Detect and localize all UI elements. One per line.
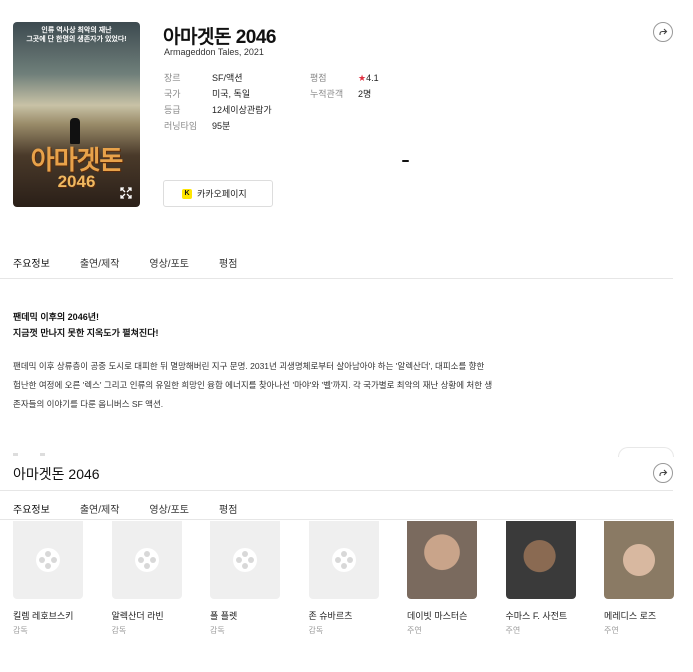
- share-button[interactable]: [653, 22, 673, 42]
- cast-photo: [505, 521, 576, 599]
- info-value: 12세이상관람가: [212, 105, 272, 115]
- loading-dash: [402, 160, 409, 162]
- poster-figure: [70, 118, 80, 144]
- kakao-page-label: 카카오페이지: [197, 189, 247, 199]
- more-button-edge: [618, 447, 674, 457]
- cast-role: 감독: [111, 626, 127, 635]
- film-reel-icon: [134, 548, 159, 572]
- synopsis-headline-1: 팬데믹 이후의 2046년!: [13, 312, 99, 322]
- info-value: 2명: [358, 89, 372, 99]
- share-icon: [659, 469, 668, 476]
- cast-card[interactable]: 데이빗 마스터슨 주연: [407, 521, 477, 636]
- sticky-tab-cast-crew[interactable]: 출연/제작: [80, 501, 120, 516]
- tab-reviews[interactable]: 평점: [219, 255, 237, 270]
- film-reel-icon: [36, 548, 60, 572]
- info-label: 장르: [164, 73, 181, 83]
- main-tabs: 주요정보 출연/제작 영상/포토 평점: [13, 255, 267, 270]
- movie-info-right: 평점 ★4.1 누적관객 2명: [310, 70, 379, 102]
- synopsis-headline-2: 지금껏 만나지 못한 지옥도가 펼쳐진다!: [13, 328, 159, 338]
- share-icon: [659, 28, 668, 35]
- info-label: 평점: [310, 73, 327, 83]
- synopsis: 팬데믹 이후의 2046년! 지금껏 만나지 못한 지옥도가 펼쳐진다! 팬데믹…: [13, 309, 493, 414]
- info-row-audience: 누적관객 2명: [310, 86, 379, 102]
- sticky-tab-main-info[interactable]: 주요정보: [13, 501, 50, 516]
- cast-role: 감독: [210, 626, 225, 635]
- poster-tagline-line2: 그곳에 단 한명의 생존자가 있었다!: [26, 36, 127, 43]
- poster-title: 아마겟돈: [30, 145, 124, 175]
- faded-mark: [13, 453, 18, 456]
- info-row-country: 국가 미국, 독일: [164, 86, 272, 102]
- cast-role: 주연: [407, 626, 422, 635]
- cast-role: 주연: [505, 626, 521, 635]
- sticky-movie-title: 아마겟돈 2046: [13, 466, 100, 482]
- cast-name: 킬렘 레호브스키: [13, 611, 74, 621]
- star-icon: ★: [358, 73, 367, 83]
- cast-role: 감독: [13, 626, 28, 635]
- kakao-page-icon: K: [182, 188, 192, 199]
- cast-card[interactable]: 메레디스 로즈 주연: [604, 521, 674, 636]
- sticky-tabs: 주요정보 출연/제작 영상/포토 평점: [13, 501, 267, 516]
- cast-card[interactable]: 알렉산더 라빈 감독: [111, 521, 182, 636]
- tab-cast-crew[interactable]: 출연/제작: [80, 255, 120, 270]
- movie-title: 아마겟돈 2046: [163, 27, 276, 48]
- sticky-tab-reviews[interactable]: 평점: [219, 501, 237, 516]
- cast-name: 메레디스 로즈: [604, 611, 657, 621]
- synopsis-body: 팬데믹 이후 상류층이 공중 도시로 대피한 뒤 멸망해버린 지구 문명. 20…: [13, 361, 493, 409]
- info-row-rating-age: 등급 12세이상관람가: [164, 102, 272, 118]
- film-reel-icon: [233, 548, 257, 572]
- cast-name: 알렉산더 라빈: [111, 611, 164, 621]
- faded-mark: [40, 453, 45, 456]
- cast-card[interactable]: 존 슈바르츠 감독: [308, 521, 379, 636]
- cast-photo-placeholder: [13, 521, 83, 599]
- cast-name: 존 슈바르츠: [308, 611, 353, 621]
- kakao-page-button[interactable]: K 카카오페이지: [163, 180, 273, 207]
- rating-value: ★4.1: [358, 70, 379, 86]
- poster-tagline: 인류 역사상 최악의 재난 그곳에 단 한명의 생존자가 있었다!: [13, 26, 140, 44]
- cast-photo-placeholder: [210, 521, 280, 599]
- info-value: 미국, 독일: [212, 89, 251, 99]
- tab-main-info[interactable]: 주요정보: [13, 255, 50, 270]
- sticky-share-button[interactable]: [653, 463, 673, 483]
- info-label: 등급: [164, 105, 181, 115]
- movie-poster[interactable]: 인류 역사상 최악의 재난 그곳에 단 한명의 생존자가 있었다! 아마겟돈 2…: [13, 22, 140, 207]
- info-row-runtime: 러닝타임 95분: [164, 118, 272, 134]
- film-reel-icon: [331, 548, 356, 572]
- cast-photo: [604, 521, 674, 599]
- info-label: 누적관객: [310, 89, 344, 99]
- info-row-score: 평점 ★4.1: [310, 70, 379, 86]
- poster-tagline-line1: 인류 역사상 최악의 재난: [41, 27, 112, 34]
- movie-original-title: Armageddon Tales, 2021: [164, 47, 264, 57]
- info-value: SF/액션: [212, 73, 243, 83]
- tab-video-photo[interactable]: 영상/포토: [149, 255, 189, 270]
- cast-photo-placeholder: [111, 521, 182, 599]
- sticky-tabs-divider: [0, 519, 673, 520]
- cast-card[interactable]: 킬렘 레호브스키 감독: [13, 521, 83, 636]
- cast-card[interactable]: 폴 플렛 감독: [210, 521, 280, 636]
- cast-role: 주연: [604, 626, 619, 635]
- cast-photo-placeholder: [308, 521, 379, 599]
- info-label: 국가: [164, 89, 181, 99]
- cast-name: 폴 플렛: [210, 611, 238, 621]
- movie-info-left: 장르 SF/액션 국가 미국, 독일 등급 12세이상관람가 러닝타임 95분: [164, 70, 272, 134]
- cast-list: 킬렘 레호브스키 감독 알렉산더 라빈 감독 폴 플렛 감독 존 슈바르츠 감독…: [13, 521, 693, 636]
- info-row-genre: 장르 SF/액션: [164, 70, 272, 86]
- expand-icon[interactable]: [120, 187, 132, 199]
- sticky-tab-video-photo[interactable]: 영상/포토: [149, 501, 189, 516]
- info-label: 러닝타임: [164, 121, 198, 131]
- cast-role: 감독: [308, 626, 324, 635]
- cast-name: 수마스 F. 사전트: [505, 611, 568, 621]
- rating-number: 4.1: [366, 73, 379, 83]
- info-value: 95분: [212, 121, 231, 131]
- cast-photo: [407, 521, 477, 599]
- sticky-divider: [0, 490, 673, 491]
- cast-card[interactable]: 수마스 F. 사전트 주연: [505, 521, 576, 636]
- tabs-divider: [0, 278, 673, 279]
- cast-name: 데이빗 마스터슨: [407, 611, 468, 621]
